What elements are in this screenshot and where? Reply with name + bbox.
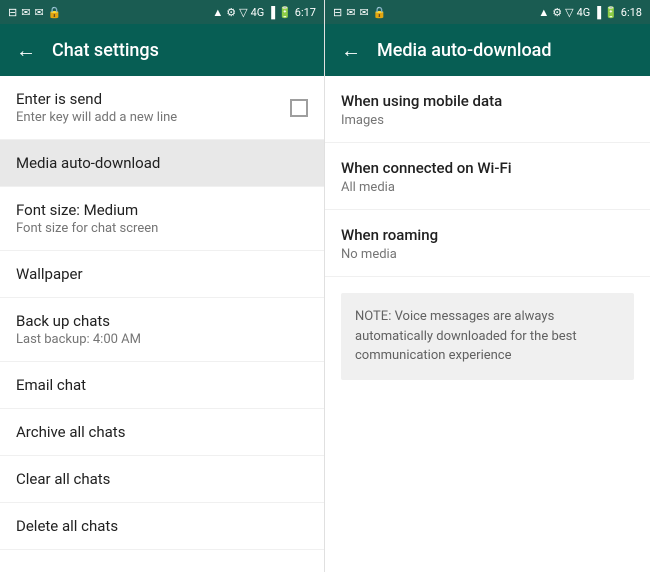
left-status-icons: ⊟ ✉ ✉ 🔒 [8,6,61,19]
media-download-list: When using mobile data Images When conne… [325,76,650,572]
enter-is-send-checkbox[interactable] [290,99,308,117]
roaming-subtitle: No media [341,247,634,262]
left-status-icon-msg2: ✉ [34,6,43,19]
font-size-subtitle: Font size for chat screen [16,221,308,236]
left-back-button[interactable]: ← [16,38,36,63]
note-text: NOTE: Voice messages are always automati… [355,307,620,366]
setting-font-size[interactable]: Font size: Medium Font size for chat scr… [0,187,324,251]
left-wifi-icon: ▽ [239,6,247,19]
right-status-icon-lock: 🔒 [373,6,387,19]
right-app-bar-title: Media auto-download [377,40,552,61]
right-signal-bars: ▐ [593,6,601,19]
right-status-icon-back: ⊟ [333,6,342,19]
right-battery-icon: 🔋 [604,6,618,19]
left-network-icon: ⚙ [226,6,236,19]
left-status-bar: ⊟ ✉ ✉ 🔒 ▲ ⚙ ▽ 4G ▐ 🔋 6:17 [0,0,324,24]
setting-clear-all-chats[interactable]: Clear all chats [0,456,324,503]
enter-is-send-title: Enter is send [16,90,177,108]
setting-wallpaper[interactable]: Wallpaper [0,251,324,298]
email-chat-title: Email chat [16,376,308,394]
left-app-bar: ← Chat settings [0,24,324,76]
right-panel: ⊟ ✉ ✉ 🔒 ▲ ⚙ ▽ 4G ▐ 🔋 6:18 ← Media auto-d… [325,0,650,572]
right-status-icon-msg2: ✉ [359,6,368,19]
right-time: 6:18 [621,6,642,19]
note-box: NOTE: Voice messages are always automati… [341,293,634,380]
wifi-title: When connected on Wi-Fi [341,159,634,177]
enter-is-send-subtitle: Enter key will add a new line [16,110,177,125]
left-panel: ⊟ ✉ ✉ 🔒 ▲ ⚙ ▽ 4G ▐ 🔋 6:17 ← Chat setting… [0,0,325,572]
right-4g-label: 4G [577,6,591,19]
setting-archive-all-chats[interactable]: Archive all chats [0,409,324,456]
delete-all-chats-title: Delete all chats [16,517,308,535]
backup-chats-title: Back up chats [16,312,308,330]
setting-enter-is-send[interactable]: Enter is send Enter key will add a new l… [0,76,324,140]
media-auto-download-title: Media auto-download [16,154,308,172]
left-status-icon-back: ⊟ [8,6,17,19]
right-signal-icon: ▲ [538,6,549,19]
right-status-bar: ⊟ ✉ ✉ 🔒 ▲ ⚙ ▽ 4G ▐ 🔋 6:18 [325,0,650,24]
download-roaming[interactable]: When roaming No media [325,210,650,277]
right-app-bar: ← Media auto-download [325,24,650,76]
left-battery-icon: 🔋 [278,6,292,19]
roaming-title: When roaming [341,226,634,244]
download-wifi[interactable]: When connected on Wi-Fi All media [325,143,650,210]
left-status-right: ▲ ⚙ ▽ 4G ▐ 🔋 6:17 [212,6,316,19]
right-status-icons: ⊟ ✉ ✉ 🔒 [333,6,386,19]
setting-delete-all-chats[interactable]: Delete all chats [0,503,324,550]
setting-backup-chats[interactable]: Back up chats Last backup: 4:00 AM [0,298,324,362]
left-app-bar-title: Chat settings [52,40,159,61]
clear-all-chats-title: Clear all chats [16,470,308,488]
left-signal-bars: ▐ [267,6,275,19]
right-status-right: ▲ ⚙ ▽ 4G ▐ 🔋 6:18 [538,6,642,19]
wallpaper-title: Wallpaper [16,265,308,283]
archive-all-chats-title: Archive all chats [16,423,308,441]
wifi-subtitle: All media [341,180,634,195]
mobile-data-subtitle: Images [341,113,634,128]
right-status-icon-msg1: ✉ [346,6,355,19]
mobile-data-title: When using mobile data [341,92,634,110]
left-signal-icon: ▲ [212,6,223,19]
setting-email-chat[interactable]: Email chat [0,362,324,409]
right-wifi-icon: ▽ [565,6,573,19]
left-status-icon-lock: 🔒 [48,6,62,19]
backup-chats-subtitle: Last backup: 4:00 AM [16,332,308,347]
left-4g-label: 4G [251,6,265,19]
setting-media-auto-download[interactable]: Media auto-download [0,140,324,187]
right-back-button[interactable]: ← [341,38,361,63]
right-network-icon: ⚙ [552,6,562,19]
left-time: 6:17 [295,6,316,19]
font-size-title: Font size: Medium [16,201,308,219]
download-mobile-data[interactable]: When using mobile data Images [325,76,650,143]
left-status-icon-msg1: ✉ [21,6,30,19]
left-settings-list: Enter is send Enter key will add a new l… [0,76,324,572]
